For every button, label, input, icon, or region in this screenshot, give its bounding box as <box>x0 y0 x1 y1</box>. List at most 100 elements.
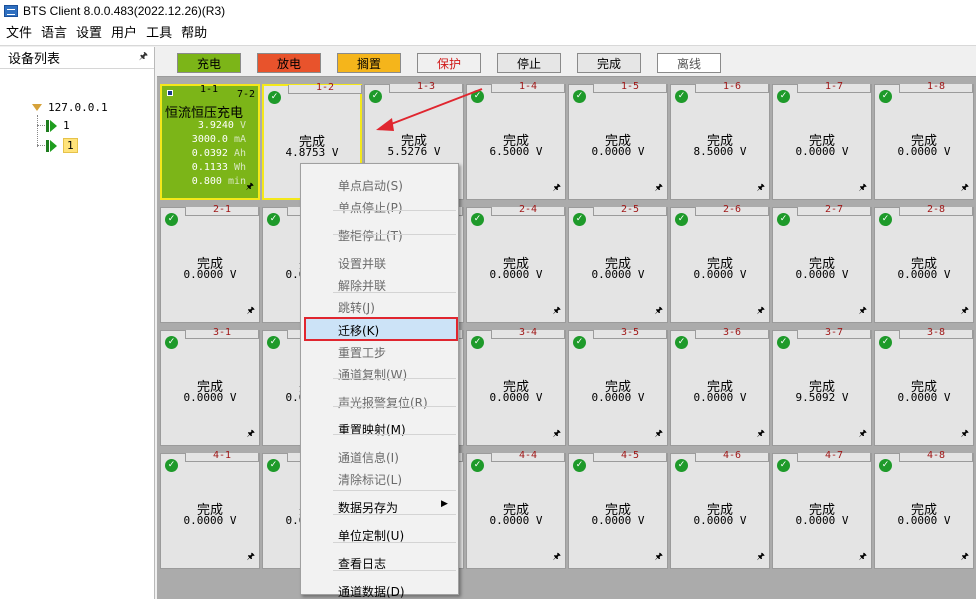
menu-user[interactable]: 用户 <box>109 22 144 46</box>
channel-voltage: 0.0000 V <box>693 514 747 527</box>
context-menu-item[interactable]: 通道复制(W) <box>338 366 407 383</box>
context-menu-item[interactable]: 声光报警复位(R) <box>338 394 428 411</box>
pin-icon[interactable]: 🖈 <box>655 549 663 565</box>
pin-icon[interactable]: 🖈 <box>655 426 663 442</box>
channel-voltage: 0.0000 V <box>693 268 747 281</box>
channel-card[interactable]: 4-8 ✓ 完成 0.0000 V 🖈 <box>874 450 974 569</box>
context-menu-item[interactable]: 通道信息(I) <box>338 449 399 466</box>
device-list-panel: 设备列表 🖈 127.0.0.1 1 1 <box>0 47 155 599</box>
channel-card[interactable]: 2-7 ✓ 完成 0.0000 V 🖈 <box>772 204 872 323</box>
pin-icon[interactable]: 🖈 <box>247 426 255 442</box>
channel-card[interactable]: 1-4 ✓ 完成 6.5000 V 🖈 <box>466 81 566 200</box>
complete-check-icon: ✓ <box>675 90 688 103</box>
measurement-value: 3.9240 <box>197 120 234 131</box>
pin-icon[interactable]: 🖈 <box>553 426 561 442</box>
card-tab: 3-5 <box>593 327 667 339</box>
context-menu-item[interactable]: 单点停止(P) <box>338 199 403 216</box>
pin-icon[interactable]: 🖈 <box>859 180 867 196</box>
channel-voltage: 0.0000 V <box>795 268 849 281</box>
channel-id: 4-5 <box>620 450 640 461</box>
context-menu-item[interactable]: 迁移(K) <box>338 322 379 339</box>
channel-id: 1-4 <box>518 81 538 92</box>
channel-card[interactable]: 4-7 ✓ 完成 0.0000 V 🖈 <box>772 450 872 569</box>
pin-icon[interactable]: 🖈 <box>246 179 254 195</box>
context-menu-item[interactable]: 重置映射(M) <box>338 421 406 438</box>
expand-icon[interactable] <box>32 104 42 111</box>
context-menu-item[interactable]: 单点启动(S) <box>338 177 403 194</box>
tree-node-unit-1[interactable]: 1 <box>46 119 70 132</box>
channel-card[interactable]: 2-5 ✓ 完成 0.0000 V 🖈 <box>568 204 668 323</box>
channel-card[interactable]: 1-7 ✓ 完成 0.0000 V 🖈 <box>772 81 872 200</box>
pin-icon[interactable]: 🖈 <box>655 303 663 319</box>
pin-icon[interactable]: 🖈 <box>961 426 969 442</box>
context-menu-item[interactable]: 通道数据(D) <box>338 583 405 599</box>
complete-check-icon: ✓ <box>573 336 586 349</box>
pin-icon[interactable]: 🖈 <box>757 303 765 319</box>
pin-icon[interactable]: 🖈 <box>247 303 255 319</box>
pin-icon[interactable]: 🖈 <box>961 549 969 565</box>
tree-node-host[interactable]: 127.0.0.1 <box>32 101 108 114</box>
step-id: 7-2 <box>236 89 255 100</box>
measurement-row: 3.9240 V <box>162 120 246 131</box>
channel-card-active[interactable]: 1-1 7-2 恒流恒压充电 🖈 3.9240 V 3000.0 mA 0.0392 … <box>160 84 260 200</box>
channel-id: 2-1 <box>212 204 232 215</box>
pin-icon[interactable]: 🖈 <box>655 180 663 196</box>
channel-card[interactable]: 1-8 ✓ 完成 0.0000 V 🖈 <box>874 81 974 200</box>
complete-check-icon: ✓ <box>879 459 892 472</box>
pin-icon[interactable]: 🖈 <box>961 303 969 319</box>
channel-card[interactable]: 3-4 ✓ 完成 0.0000 V 🖈 <box>466 327 566 446</box>
complete-check-icon: ✓ <box>471 459 484 472</box>
channel-card[interactable]: 4-1 ✓ 完成 0.0000 V 🖈 <box>160 450 260 569</box>
pin-icon[interactable]: 🖈 <box>553 180 561 196</box>
channel-voltage: 6.5000 V <box>489 145 543 158</box>
complete-check-icon: ✓ <box>573 213 586 226</box>
channel-card[interactable]: 3-7 ✓ 完成 9.5092 V 🖈 <box>772 327 872 446</box>
context-menu-item[interactable]: 重置工步 <box>338 344 386 361</box>
channel-card[interactable]: 3-6 ✓ 完成 0.0000 V 🖈 <box>670 327 770 446</box>
complete-check-icon: ✓ <box>369 90 382 103</box>
pin-icon[interactable]: 🖈 <box>859 426 867 442</box>
pin-icon[interactable]: 🖈 <box>247 549 255 565</box>
card-tab: 3-7 <box>797 327 871 339</box>
channel-card[interactable]: 3-1 ✓ 完成 0.0000 V 🖈 <box>160 327 260 446</box>
pin-icon[interactable]: 🖈 <box>961 180 969 196</box>
menu-separator <box>333 434 456 435</box>
channel-card[interactable]: 2-8 ✓ 完成 0.0000 V 🖈 <box>874 204 974 323</box>
card-tab: 4-6 <box>695 450 769 462</box>
channel-card[interactable]: 4-5 ✓ 完成 0.0000 V 🖈 <box>568 450 668 569</box>
context-menu-item[interactable]: 跳转(J) <box>338 299 375 316</box>
channel-card[interactable]: 2-4 ✓ 完成 0.0000 V 🖈 <box>466 204 566 323</box>
channel-card[interactable]: 3-5 ✓ 完成 0.0000 V 🖈 <box>568 327 668 446</box>
context-menu-item[interactable]: 设置并联 <box>338 255 386 272</box>
menu-help[interactable]: 帮助 <box>179 22 214 46</box>
complete-check-icon: ✓ <box>573 90 586 103</box>
menu-language[interactable]: 语言 <box>39 22 74 46</box>
device-running-icon <box>46 119 57 132</box>
menu-settings[interactable]: 设置 <box>74 22 109 46</box>
pin-icon[interactable]: 🖈 <box>553 549 561 565</box>
channel-card[interactable]: 1-5 ✓ 完成 0.0000 V 🖈 <box>568 81 668 200</box>
pin-icon[interactable]: 🖈 <box>757 549 765 565</box>
channel-card[interactable]: 1-6 ✓ 完成 8.5000 V 🖈 <box>670 81 770 200</box>
channel-card[interactable]: 4-6 ✓ 完成 0.0000 V 🖈 <box>670 450 770 569</box>
menu-highlight-box <box>304 317 458 341</box>
complete-check-icon: ✓ <box>165 459 178 472</box>
channel-card[interactable]: 2-6 ✓ 完成 0.0000 V 🖈 <box>670 204 770 323</box>
menu-tools[interactable]: 工具 <box>144 22 179 46</box>
context-menu: 单点启动(S) 单点停止(P) 整柜停止(T) 设置并联 解除并联 跳转(J) 迁移(K) 重… <box>300 163 459 599</box>
pin-icon[interactable]: 🖈 <box>757 426 765 442</box>
channel-id: 1-3 <box>416 81 436 92</box>
menu-file[interactable]: 文件 <box>4 22 39 46</box>
tree-node-unit-2[interactable]: 1 <box>46 138 78 153</box>
pin-icon[interactable]: 🖈 <box>553 303 561 319</box>
channel-card[interactable]: 2-1 ✓ 完成 0.0000 V 🖈 <box>160 204 260 323</box>
pin-icon[interactable]: 🖈 <box>859 549 867 565</box>
channel-card[interactable]: 3-8 ✓ 完成 0.0000 V 🖈 <box>874 327 974 446</box>
context-menu-item[interactable]: 整柜停止(T) <box>338 227 403 244</box>
pin-icon[interactable]: 🖈 <box>757 180 765 196</box>
complete-check-icon: ✓ <box>165 336 178 349</box>
pin-icon[interactable]: 🖈 <box>139 49 148 66</box>
channel-card[interactable]: 4-4 ✓ 完成 0.0000 V 🖈 <box>466 450 566 569</box>
pin-icon[interactable]: 🖈 <box>859 303 867 319</box>
context-menu-item[interactable]: 清除标记(L) <box>338 471 402 488</box>
